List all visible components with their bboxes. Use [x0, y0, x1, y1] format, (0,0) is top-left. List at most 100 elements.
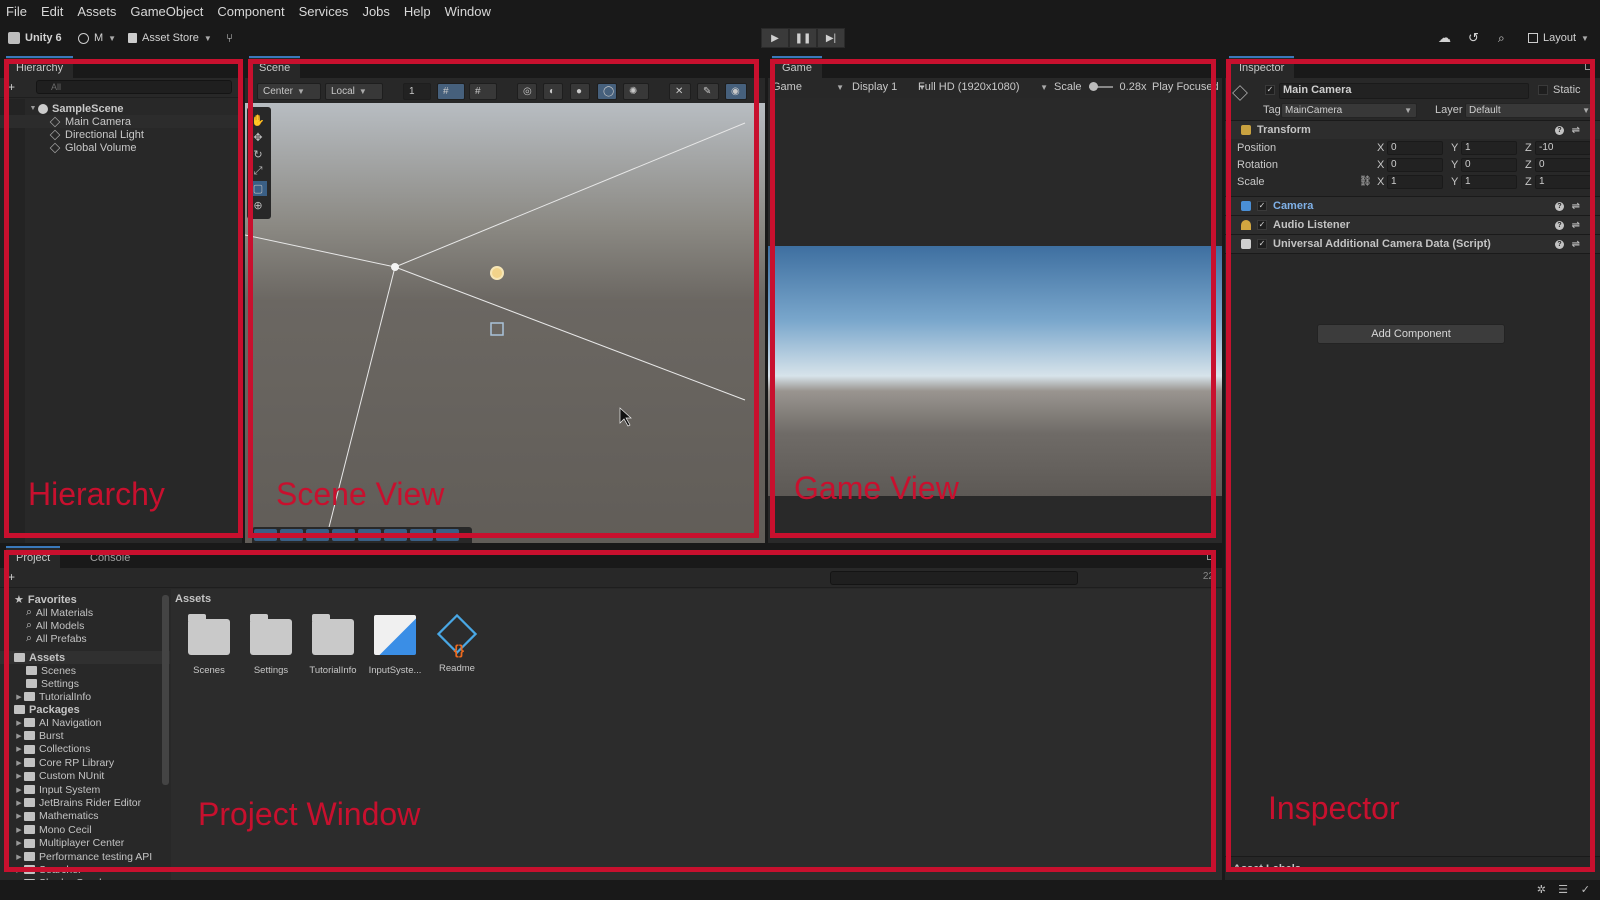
overlay-tool-button[interactable]	[306, 529, 329, 541]
expand-arrow-icon[interactable]: ▶	[14, 799, 24, 807]
asset-item-readme[interactable]: {} Readme	[427, 613, 487, 674]
position-x-input[interactable]: 0	[1387, 141, 1443, 155]
lighting-toggle[interactable]: ✺	[623, 83, 649, 100]
breadcrumb[interactable]: Assets	[175, 593, 211, 605]
draw-mode-global-button[interactable]: ◎	[517, 83, 537, 100]
rotation-x-input[interactable]: 0	[1387, 158, 1443, 172]
asset-item-settings[interactable]: Settings	[241, 614, 301, 676]
package-row[interactable]: ▶ Burst	[0, 729, 170, 742]
play-button[interactable]: ▶	[761, 28, 789, 48]
transform-tool-button[interactable]: ⊕	[249, 198, 267, 213]
active-checkbox[interactable]: ✓	[1265, 85, 1275, 95]
grid-visibility-toggle[interactable]: #	[469, 83, 497, 100]
search-button[interactable]: ⌕	[1498, 28, 1505, 48]
menu-services[interactable]: Services	[299, 4, 349, 19]
expand-arrow-icon[interactable]: ▶	[14, 732, 24, 740]
expand-arrow-icon[interactable]: ▶	[14, 866, 24, 874]
settings-icon[interactable]: ⇌	[1572, 220, 1580, 231]
scene-visibility-toggle[interactable]: ◉	[725, 83, 747, 100]
settings-icon[interactable]: ⇌	[1572, 125, 1580, 136]
package-row[interactable]: ▶ JetBrains Rider Editor	[0, 796, 170, 809]
snap-increment-input[interactable]: 1	[403, 83, 431, 100]
render-mode-button[interactable]: ◯	[597, 83, 617, 100]
camera-component-header[interactable]: ✓ Camera ? ⇌	[1225, 196, 1600, 215]
tab-inspector[interactable]: Inspector	[1229, 56, 1295, 78]
account-dropdown[interactable]: M ▼	[78, 28, 116, 48]
package-row[interactable]: ▶ Performance testing API	[0, 850, 170, 863]
expand-arrow-icon[interactable]: ▶	[14, 853, 24, 861]
packages-folder-row[interactable]: Packages	[0, 703, 170, 716]
help-icon[interactable]: ?	[1555, 125, 1564, 135]
shaded-button[interactable]: ●	[570, 83, 590, 100]
package-row[interactable]: ▶ Searcher	[0, 863, 170, 876]
tree-scrollbar[interactable]	[162, 595, 169, 785]
expand-arrow-icon[interactable]: ▶	[14, 759, 24, 767]
package-row[interactable]: ▶ Custom NUnit	[0, 770, 170, 783]
step-button[interactable]: ▶|	[817, 28, 845, 48]
move-tool-button[interactable]: ✥	[249, 130, 267, 145]
menu-gameobject[interactable]: GameObject	[130, 4, 203, 19]
static-checkbox[interactable]	[1538, 85, 1548, 95]
constrain-proportions-icon[interactable]: ⛓	[1359, 176, 1372, 187]
asset-item-scenes[interactable]: Scenes	[179, 614, 239, 676]
overlay-tool-button[interactable]	[358, 529, 381, 541]
scale-tool-button[interactable]: ⤢	[249, 164, 267, 179]
asset-item-tutorialinfo[interactable]: TutorialInfo	[303, 614, 363, 676]
effects-toggle[interactable]: ✎	[697, 83, 719, 100]
menu-file[interactable]: File	[6, 4, 27, 19]
rotation-z-input[interactable]: 0	[1535, 158, 1591, 172]
position-z-input[interactable]: -10	[1535, 141, 1591, 155]
game-mode-dropdown[interactable]: Game ▼	[772, 81, 844, 93]
expand-arrow-icon[interactable]: ▶	[14, 839, 24, 847]
add-icon[interactable]: +	[8, 80, 15, 94]
overlay-tool-button[interactable]	[280, 529, 303, 541]
asset-folder-row[interactable]: Settings	[0, 677, 170, 690]
tab-console[interactable]: Console	[80, 546, 141, 568]
expand-arrow-icon[interactable]: ▶	[14, 826, 24, 834]
package-row[interactable]: ▶ Multiplayer Center	[0, 837, 170, 850]
package-row[interactable]: ▶ Mono Cecil	[0, 823, 170, 836]
shaded-wire-button[interactable]: ◐	[543, 83, 563, 100]
scale-x-input[interactable]: 1	[1387, 175, 1443, 189]
transform-component-header[interactable]: Transform ? ⇌	[1225, 120, 1600, 139]
layout-dropdown[interactable]: Layout ▼	[1528, 28, 1589, 48]
menu-help[interactable]: Help	[404, 4, 431, 19]
pause-button[interactable]: ❚❚	[789, 28, 817, 48]
lock-icon[interactable]	[1585, 61, 1594, 70]
asset-store-button[interactable]: Asset Store ▼	[128, 28, 212, 48]
tag-dropdown[interactable]: MainCamera ▼	[1281, 103, 1417, 118]
play-focused-dropdown[interactable]: Play Focused	[1152, 81, 1218, 93]
menu-assets[interactable]: Assets	[77, 4, 116, 19]
favorite-item[interactable]: ⌕ All Materials	[0, 606, 170, 619]
menu-edit[interactable]: Edit	[41, 4, 63, 19]
pivot-dropdown[interactable]: Center ▼	[257, 83, 321, 100]
audio-listener-component-header[interactable]: ✓ Audio Listener ? ⇌	[1225, 215, 1600, 234]
expand-arrow-icon[interactable]: ▶	[14, 772, 24, 780]
package-row[interactable]: ▶ Collections	[0, 743, 170, 756]
overlay-tool-button[interactable]	[254, 529, 277, 541]
asset-item-input-system[interactable]: InputSyste...	[365, 615, 425, 676]
add-component-button[interactable]: Add Component	[1317, 324, 1505, 344]
settings-icon[interactable]: ⇌	[1572, 201, 1580, 212]
help-icon[interactable]: ?	[1555, 239, 1564, 249]
help-icon[interactable]: ?	[1555, 201, 1564, 211]
display-dropdown[interactable]: Display 1 ▼	[852, 81, 926, 93]
project-search-input[interactable]	[830, 571, 1078, 585]
help-icon[interactable]: ?	[1555, 220, 1564, 230]
resolution-dropdown[interactable]: Full HD (1920x1080) ▼	[918, 81, 1048, 93]
package-row[interactable]: ▶ Mathematics	[0, 810, 170, 823]
check-icon[interactable]: ✓	[1581, 883, 1590, 896]
tab-project[interactable]: Project	[6, 546, 61, 568]
tab-hierarchy[interactable]: Hierarchy	[6, 56, 74, 78]
scale-z-input[interactable]: 1	[1535, 175, 1591, 189]
package-row[interactable]: ▶ Core RP Library	[0, 756, 170, 769]
expand-arrow-icon[interactable]: ▶	[14, 745, 24, 753]
audio-toggle[interactable]: ✕	[669, 83, 691, 100]
overlay-tool-button[interactable]	[436, 529, 459, 541]
settings-icon[interactable]: ⇌	[1572, 239, 1580, 250]
menu-window[interactable]: Window	[445, 4, 491, 19]
favorites-header[interactable]: ★ Favorites	[0, 593, 170, 607]
position-y-input[interactable]: 1	[1461, 141, 1517, 155]
tab-scene[interactable]: Scene	[249, 56, 301, 78]
cloud-button[interactable]: ☁	[1438, 28, 1451, 48]
